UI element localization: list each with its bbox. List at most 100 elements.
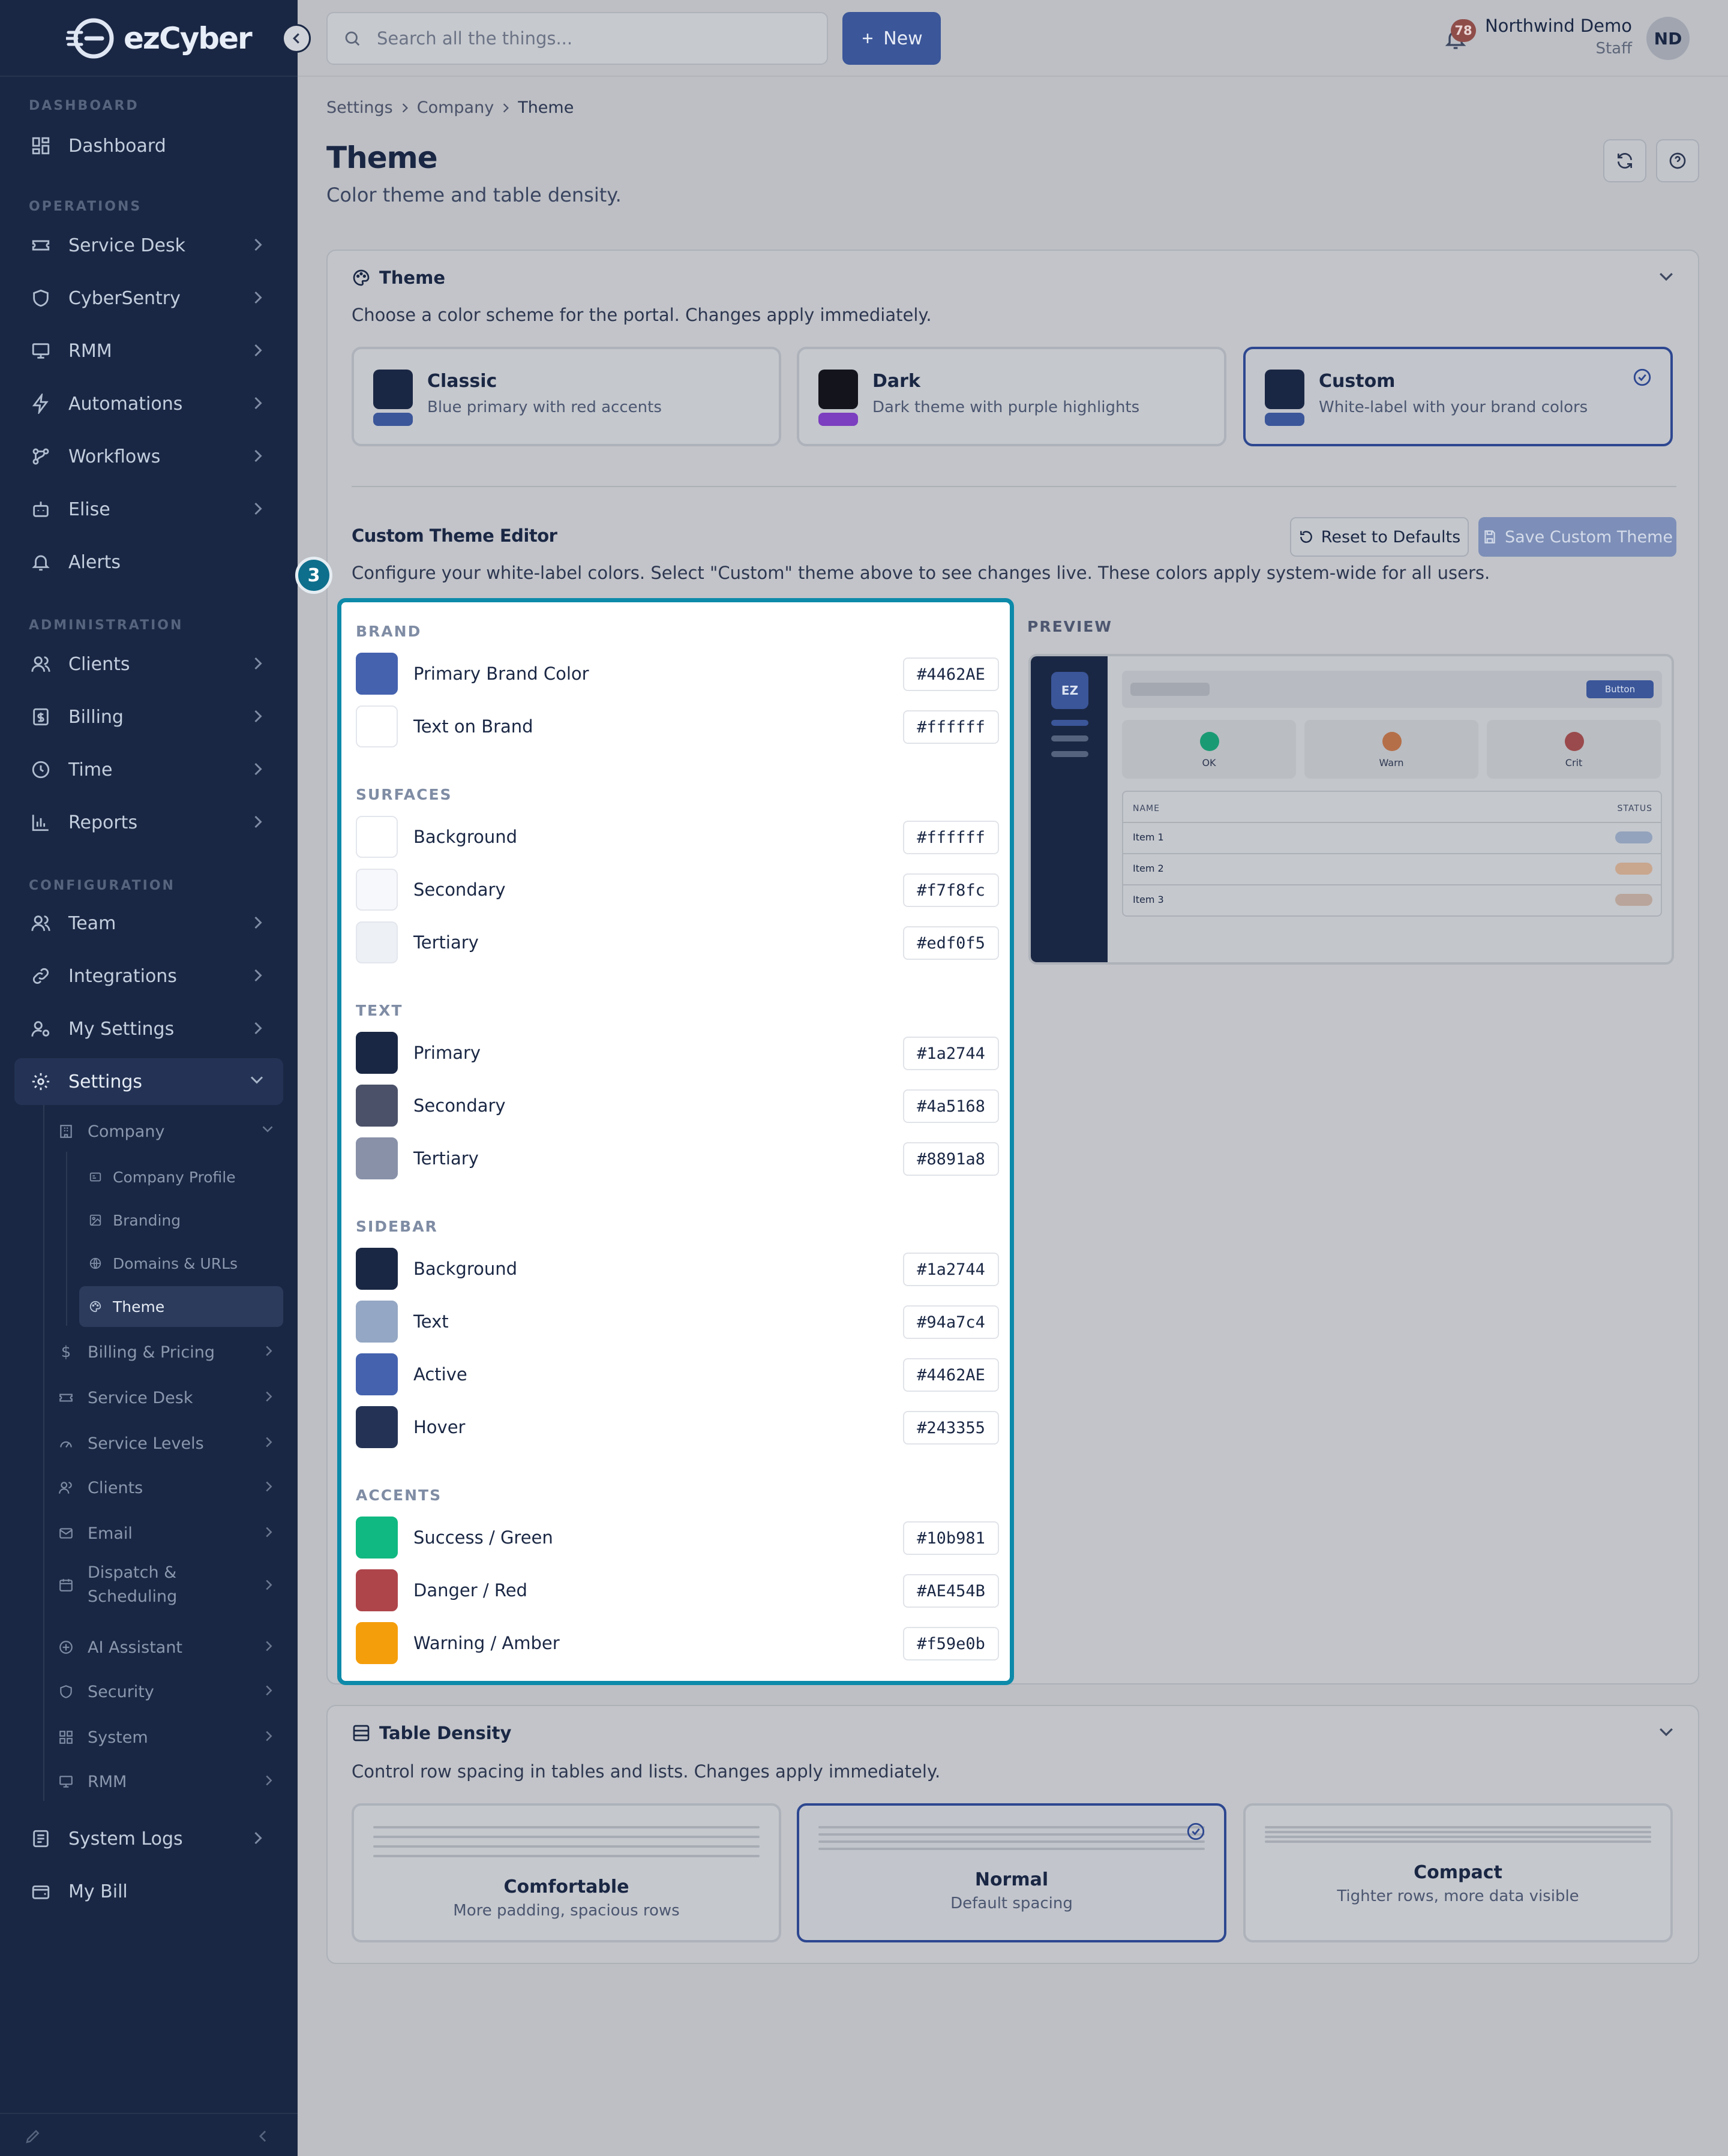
sidebar-item-alerts[interactable]: Alerts <box>14 539 283 585</box>
app-logo[interactable]: ezCyber <box>66 12 253 65</box>
density-option-compact[interactable]: Compact Tighter rows, more data visible <box>1243 1803 1673 1942</box>
color-row-surface-secondary[interactable]: Secondary #f7f8fc <box>356 869 999 912</box>
hex-input[interactable]: #10b981 <box>903 1521 999 1555</box>
color-row-text-primary[interactable]: Primary #1a2744 <box>356 1032 999 1075</box>
color-swatch[interactable] <box>356 869 398 911</box>
settings-sub-service-levels[interactable]: Service Levels <box>58 1423 283 1464</box>
color-row-success[interactable]: Success / Green #10b981 <box>356 1517 999 1560</box>
hex-input[interactable]: #4a5168 <box>903 1089 999 1123</box>
color-swatch[interactable] <box>356 1517 398 1559</box>
color-row-sidebar-text[interactable]: Text #94a7c4 <box>356 1301 999 1344</box>
color-row-text-secondary[interactable]: Secondary #4a5168 <box>356 1085 999 1128</box>
density-option-comfortable[interactable]: Comfortable More padding, spacious rows <box>352 1803 781 1942</box>
settings-sub-dispatch[interactable]: Dispatch & Scheduling <box>58 1555 283 1615</box>
color-row-warning[interactable]: Warning / Amber #f59e0b <box>356 1622 999 1665</box>
chevron-down-icon[interactable] <box>1658 1726 1674 1737</box>
hex-input[interactable]: #4462AE <box>903 657 999 691</box>
color-row-primary-brand[interactable]: Primary Brand Color #4462AE <box>356 653 999 696</box>
settings-sub-ai-assistant[interactable]: AI Assistant <box>58 1627 283 1668</box>
search-input[interactable]: Search all the things... <box>326 12 828 65</box>
color-swatch[interactable] <box>356 1353 398 1395</box>
sidebar-item-service-desk[interactable]: Service Desk <box>14 222 283 269</box>
density-option-normal[interactable]: Normal Default spacing <box>797 1803 1226 1942</box>
settings-sub-service-desk[interactable]: Service Desk <box>58 1377 283 1418</box>
color-swatch[interactable] <box>356 816 398 858</box>
color-swatch[interactable] <box>356 1032 398 1074</box>
theme-option-custom[interactable]: Custom White-label with your brand color… <box>1243 347 1673 446</box>
pencil-icon[interactable] <box>24 2127 42 2145</box>
sidebar-item-cybersentry[interactable]: CyberSentry <box>14 275 283 322</box>
color-row-sidebar-background[interactable]: Background #1a2744 <box>356 1248 999 1291</box>
density-card-header[interactable]: Table Density <box>352 1723 511 1743</box>
hex-input[interactable]: #edf0f5 <box>903 926 999 960</box>
hex-input[interactable]: #AE454B <box>903 1574 999 1608</box>
collapse-sidebar-icon[interactable] <box>258 2130 268 2143</box>
sidebar-item-time[interactable]: Time <box>14 746 283 793</box>
hex-input[interactable]: #1a2744 <box>903 1037 999 1070</box>
user-avatar[interactable]: ND <box>1646 17 1690 60</box>
sidebar-item-my-bill[interactable]: My Bill <box>14 1868 283 1915</box>
color-swatch[interactable] <box>356 1248 398 1290</box>
sidebar-item-my-settings[interactable]: My Settings <box>14 1005 283 1052</box>
sidebar-item-workflows[interactable]: Workflows <box>14 433 283 480</box>
sidebar-item-integrations[interactable]: Integrations <box>14 953 283 999</box>
settings-sub-rmm[interactable]: RMM <box>58 1761 283 1802</box>
theme-option-dark[interactable]: Dark Dark theme with purple highlights <box>797 347 1226 446</box>
settings-sub-theme[interactable]: Theme <box>79 1286 283 1327</box>
color-row-surface-tertiary[interactable]: Tertiary #edf0f5 <box>356 921 999 965</box>
refresh-button[interactable] <box>1603 139 1646 182</box>
color-row-text-tertiary[interactable]: Tertiary #8891a8 <box>356 1137 999 1181</box>
hex-input[interactable]: #f59e0b <box>903 1627 999 1660</box>
sidebar-item-elise[interactable]: Elise <box>14 486 283 533</box>
color-row-text-on-brand[interactable]: Text on Brand #ffffff <box>356 705 999 749</box>
color-swatch[interactable] <box>356 653 398 695</box>
settings-sub-billing-pricing[interactable]: $ Billing & Pricing <box>58 1332 283 1373</box>
hex-input[interactable]: #243355 <box>903 1411 999 1445</box>
color-swatch[interactable] <box>356 1622 398 1664</box>
sidebar-item-clients[interactable]: Clients <box>14 641 283 687</box>
settings-sub-domains[interactable]: Domains & URLs <box>79 1243 283 1284</box>
settings-sub-system[interactable]: System <box>58 1717 283 1758</box>
help-button[interactable] <box>1656 139 1699 182</box>
sidebar-item-settings[interactable]: Settings <box>14 1058 283 1105</box>
settings-sub-company-profile[interactable]: Company Profile <box>79 1157 283 1197</box>
reset-to-defaults-button[interactable]: Reset to Defaults <box>1290 517 1469 557</box>
sidebar-item-dashboard[interactable]: Dashboard <box>14 122 283 169</box>
color-swatch[interactable] <box>356 1406 398 1448</box>
breadcrumb-company[interactable]: Company <box>417 98 494 117</box>
color-swatch[interactable] <box>356 1137 398 1179</box>
settings-sub-email[interactable]: Email <box>58 1513 283 1554</box>
sidebar-item-reports[interactable]: Reports <box>14 799 283 846</box>
sidebar-item-billing[interactable]: Billing <box>14 693 283 740</box>
sidebar-item-team[interactable]: Team <box>14 900 283 947</box>
color-row-danger[interactable]: Danger / Red #AE454B <box>356 1569 999 1613</box>
color-row-sidebar-hover[interactable]: Hover #243355 <box>356 1406 999 1449</box>
color-swatch[interactable] <box>356 1569 398 1611</box>
chevron-down-icon[interactable] <box>1658 271 1674 282</box>
settings-sub-clients[interactable]: Clients <box>58 1467 283 1508</box>
sidebar-item-automations[interactable]: Automations <box>14 380 283 427</box>
color-swatch[interactable] <box>356 921 398 963</box>
sidebar-item-system-logs[interactable]: System Logs <box>14 1815 283 1862</box>
breadcrumb-settings[interactable]: Settings <box>326 98 393 117</box>
collapse-sidebar-button[interactable] <box>282 24 311 53</box>
settings-sub-company[interactable]: Company <box>58 1111 283 1152</box>
color-row-sidebar-active[interactable]: Active #4462AE <box>356 1353 999 1397</box>
theme-card-header[interactable]: Theme <box>352 268 445 288</box>
new-button[interactable]: New <box>842 12 941 65</box>
hex-input[interactable]: #8891a8 <box>903 1142 999 1176</box>
save-custom-theme-button[interactable]: Save Custom Theme <box>1478 517 1676 557</box>
hex-input[interactable]: #f7f8fc <box>903 873 999 907</box>
settings-sub-security[interactable]: Security <box>58 1671 283 1712</box>
color-row-surface-background[interactable]: Background #ffffff <box>356 816 999 859</box>
color-swatch[interactable] <box>356 705 398 747</box>
sidebar-item-rmm[interactable]: RMM <box>14 328 283 374</box>
hex-input[interactable]: #1a2744 <box>903 1253 999 1286</box>
color-swatch[interactable] <box>356 1085 398 1127</box>
color-swatch[interactable] <box>356 1301 398 1343</box>
hex-input[interactable]: #ffffff <box>903 710 999 744</box>
hex-input[interactable]: #94a7c4 <box>903 1305 999 1339</box>
hex-input[interactable]: #4462AE <box>903 1358 999 1392</box>
settings-sub-branding[interactable]: Branding <box>79 1200 283 1241</box>
theme-option-classic[interactable]: Classic Blue primary with red accents <box>352 347 781 446</box>
